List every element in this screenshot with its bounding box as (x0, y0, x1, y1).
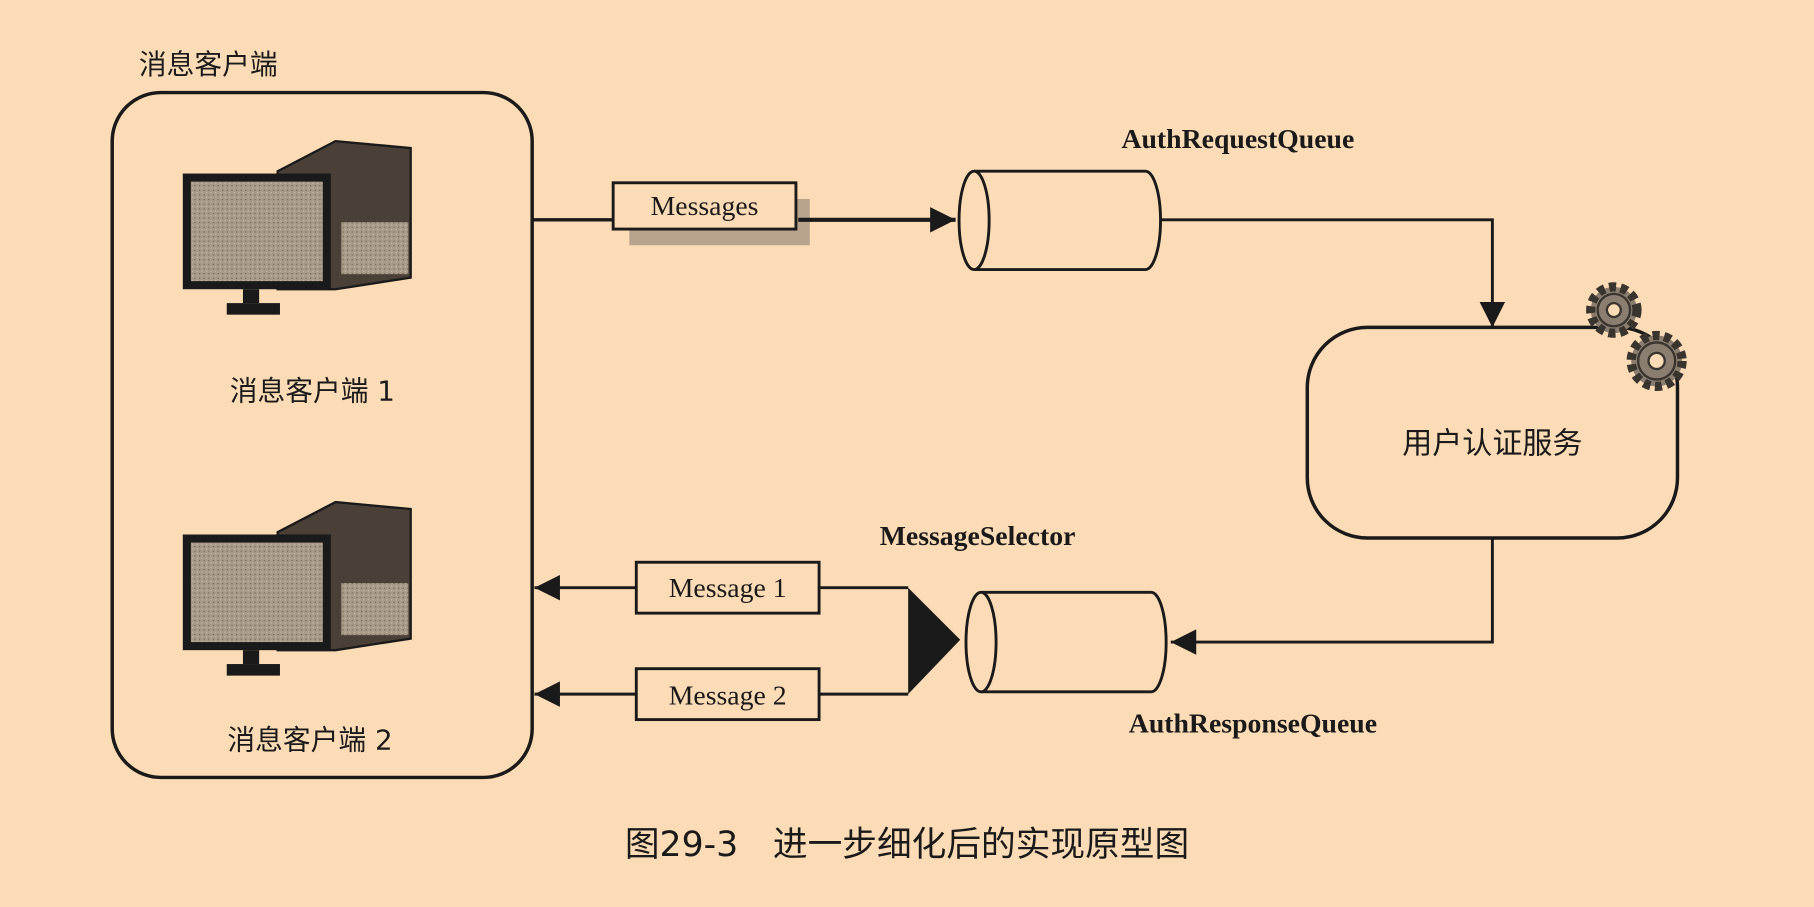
auth-response-queue-cylinder (964, 590, 1168, 694)
message-2-label: Message 2 (669, 681, 787, 712)
message-1-label: Message 1 (669, 573, 787, 604)
diagram: 消息客户端 消息客户端 1 消息客户端 2 Messages AuthReque… (110, 48, 1687, 865)
message-selector-label: MessageSelector (880, 521, 1076, 552)
figure-caption: 图29-3 进一步细化后的实现原型图 (625, 825, 1189, 865)
computer-2-icon (182, 500, 412, 676)
to-response-queue-arrow (1170, 537, 1494, 655)
to-service-arrow (1160, 218, 1506, 328)
client-1-label: 消息客户端 1 (230, 374, 395, 407)
auth-response-queue-label: AuthResponseQueue (1129, 708, 1377, 739)
message-selector-shape (908, 587, 961, 695)
client-2-label: 消息客户端 2 (227, 724, 392, 757)
auth-request-queue-label: AuthRequestQueue (1121, 124, 1354, 155)
computer-1-icon (182, 139, 412, 315)
auth-request-queue-cylinder (957, 169, 1162, 272)
messages-label: Messages (651, 191, 759, 222)
client-group-title: 消息客户端 (139, 48, 278, 81)
auth-service-label: 用户认证服务 (1402, 427, 1582, 462)
